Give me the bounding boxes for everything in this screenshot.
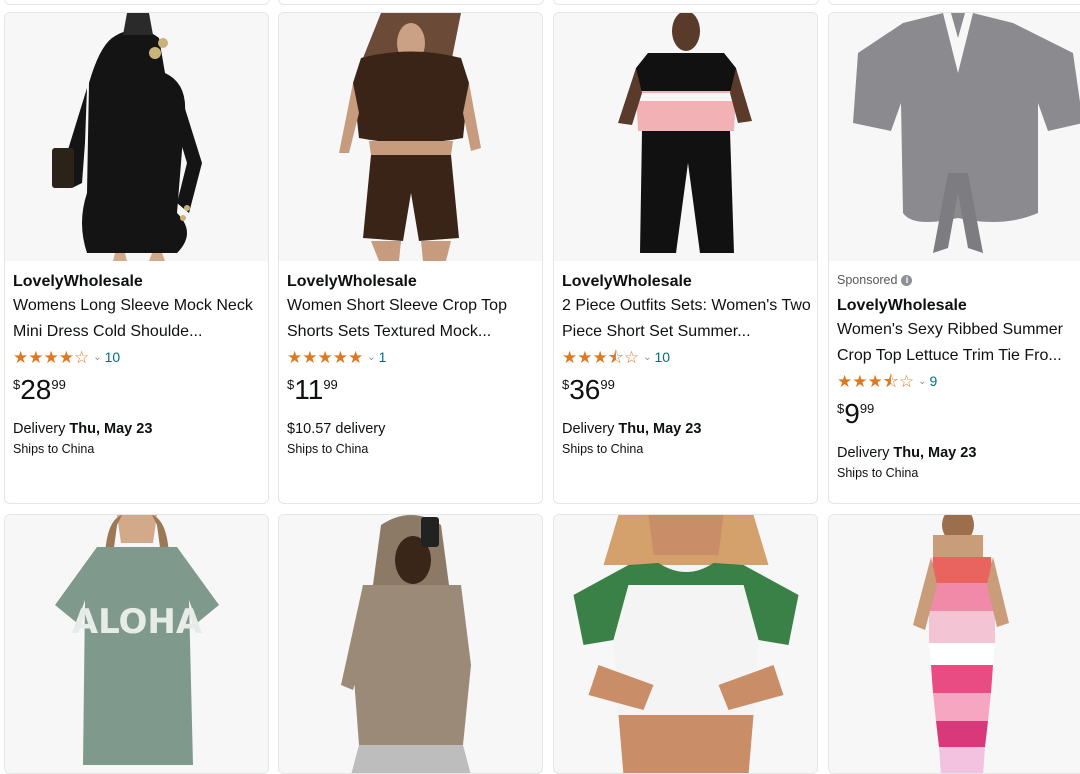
- sponsored-label[interactable]: Sponsored i: [837, 271, 1080, 289]
- price-symbol: $: [287, 377, 295, 392]
- delivery-prefix: $10.57 delivery: [287, 421, 386, 437]
- star-rating-icon: ★★★★★: [287, 347, 364, 367]
- product-card[interactable]: LovelyWholesale Women Short Sleeve Crop …: [278, 12, 543, 504]
- price-fraction: 99: [51, 377, 66, 392]
- product-card[interactable]: LovelyWholesale Womens Long Sleeve Mock …: [4, 12, 269, 504]
- previous-row-edge: [0, 0, 1080, 6]
- product-image[interactable]: ALOHA: [5, 515, 268, 773]
- product-image[interactable]: [279, 515, 542, 773]
- star-rating-icon: ★★★⯪☆: [837, 371, 915, 391]
- rating-count-link[interactable]: 9: [929, 373, 937, 389]
- price-whole: 9: [844, 398, 860, 429]
- delivery-date: Thu, May 23: [69, 421, 153, 437]
- product-title-link[interactable]: Women's Sexy Ribbed Summer Crop Top Lett…: [837, 317, 1080, 369]
- price-whole: 28: [20, 374, 52, 405]
- price-fraction: 99: [323, 377, 338, 392]
- price-symbol: $: [13, 377, 21, 392]
- price-fraction: 99: [600, 377, 615, 392]
- rating[interactable]: ★★★⯪☆ ⌄ 10: [562, 345, 811, 369]
- product-title-link[interactable]: Womens Long Sleeve Mock Neck Mini Dress …: [13, 293, 262, 345]
- rating-count-link[interactable]: 10: [654, 349, 670, 365]
- product-card[interactable]: LovelyWholesale 2 Piece Outfits Sets: Wo…: [553, 12, 818, 504]
- product-card[interactable]: [278, 514, 543, 774]
- brand-name: LovelyWholesale: [562, 273, 692, 290]
- product-image[interactable]: [279, 13, 542, 261]
- brand-name: LovelyWholesale: [13, 273, 143, 290]
- rating[interactable]: ★★★★★ ⌄ 1: [287, 345, 536, 369]
- chevron-down-icon[interactable]: ⌄: [918, 376, 926, 387]
- star-rating-icon: ★★★★☆: [13, 347, 90, 367]
- rating[interactable]: ★★★★☆ ⌄ 10: [13, 345, 262, 369]
- price[interactable]: $11 99: [287, 373, 536, 411]
- ships-to: Ships to China: [13, 442, 95, 456]
- delivery-info: Delivery Thu, May 23: [837, 443, 1080, 463]
- price-symbol: $: [837, 401, 845, 416]
- price-whole: 36: [569, 374, 601, 405]
- price[interactable]: $9 99: [837, 397, 1080, 435]
- delivery-info: Delivery Thu, May 23: [562, 419, 811, 439]
- product-title-link[interactable]: 2 Piece Outfits Sets: Women's Two Piece …: [562, 293, 811, 345]
- chevron-down-icon[interactable]: ⌄: [643, 352, 651, 363]
- product-image[interactable]: [829, 13, 1080, 261]
- product-image[interactable]: [554, 515, 817, 773]
- delivery-prefix: Delivery: [837, 445, 894, 461]
- sponsored-text: Sponsored: [837, 273, 898, 287]
- delivery-prefix: Delivery: [13, 421, 70, 437]
- rating[interactable]: ★★★⯪☆ ⌄ 9: [837, 369, 1080, 393]
- rating-count-link[interactable]: 1: [379, 349, 387, 365]
- price-fraction: 99: [859, 401, 875, 416]
- product-card[interactable]: ALOHA: [4, 514, 269, 774]
- ships-to: Ships to China: [562, 442, 644, 456]
- rating-count-link[interactable]: 10: [105, 349, 121, 365]
- delivery-date: Thu, May 23: [893, 445, 977, 461]
- price[interactable]: $36 99: [562, 373, 811, 411]
- tee-print: ALOHA: [71, 602, 202, 642]
- brand-name: LovelyWholesale: [287, 273, 417, 290]
- product-image[interactable]: [554, 13, 817, 261]
- product-card[interactable]: Sponsored i LovelyWholesale Women's Sexy …: [828, 12, 1080, 504]
- delivery-date: Thu, May 23: [618, 421, 702, 437]
- delivery-info: Delivery Thu, May 23: [13, 419, 262, 439]
- ships-to: Ships to China: [837, 466, 919, 480]
- delivery-prefix: Delivery: [562, 421, 619, 437]
- product-image[interactable]: [829, 515, 1080, 773]
- chevron-down-icon[interactable]: ⌄: [367, 352, 375, 363]
- price-whole: 11: [294, 374, 324, 405]
- price[interactable]: $28 99: [13, 373, 262, 411]
- star-rating-icon: ★★★⯪☆: [562, 347, 640, 367]
- ships-to: Ships to China: [287, 442, 369, 456]
- product-card[interactable]: [553, 514, 818, 774]
- chevron-down-icon[interactable]: ⌄: [93, 352, 101, 363]
- brand-name: LovelyWholesale: [837, 297, 967, 314]
- product-title-link[interactable]: Women Short Sleeve Crop Top Shorts Sets …: [287, 293, 536, 345]
- product-image[interactable]: [5, 13, 268, 261]
- price-symbol: $: [562, 377, 570, 392]
- info-icon[interactable]: i: [901, 274, 913, 286]
- delivery-info: $10.57 delivery: [287, 419, 536, 439]
- product-card[interactable]: [828, 514, 1080, 774]
